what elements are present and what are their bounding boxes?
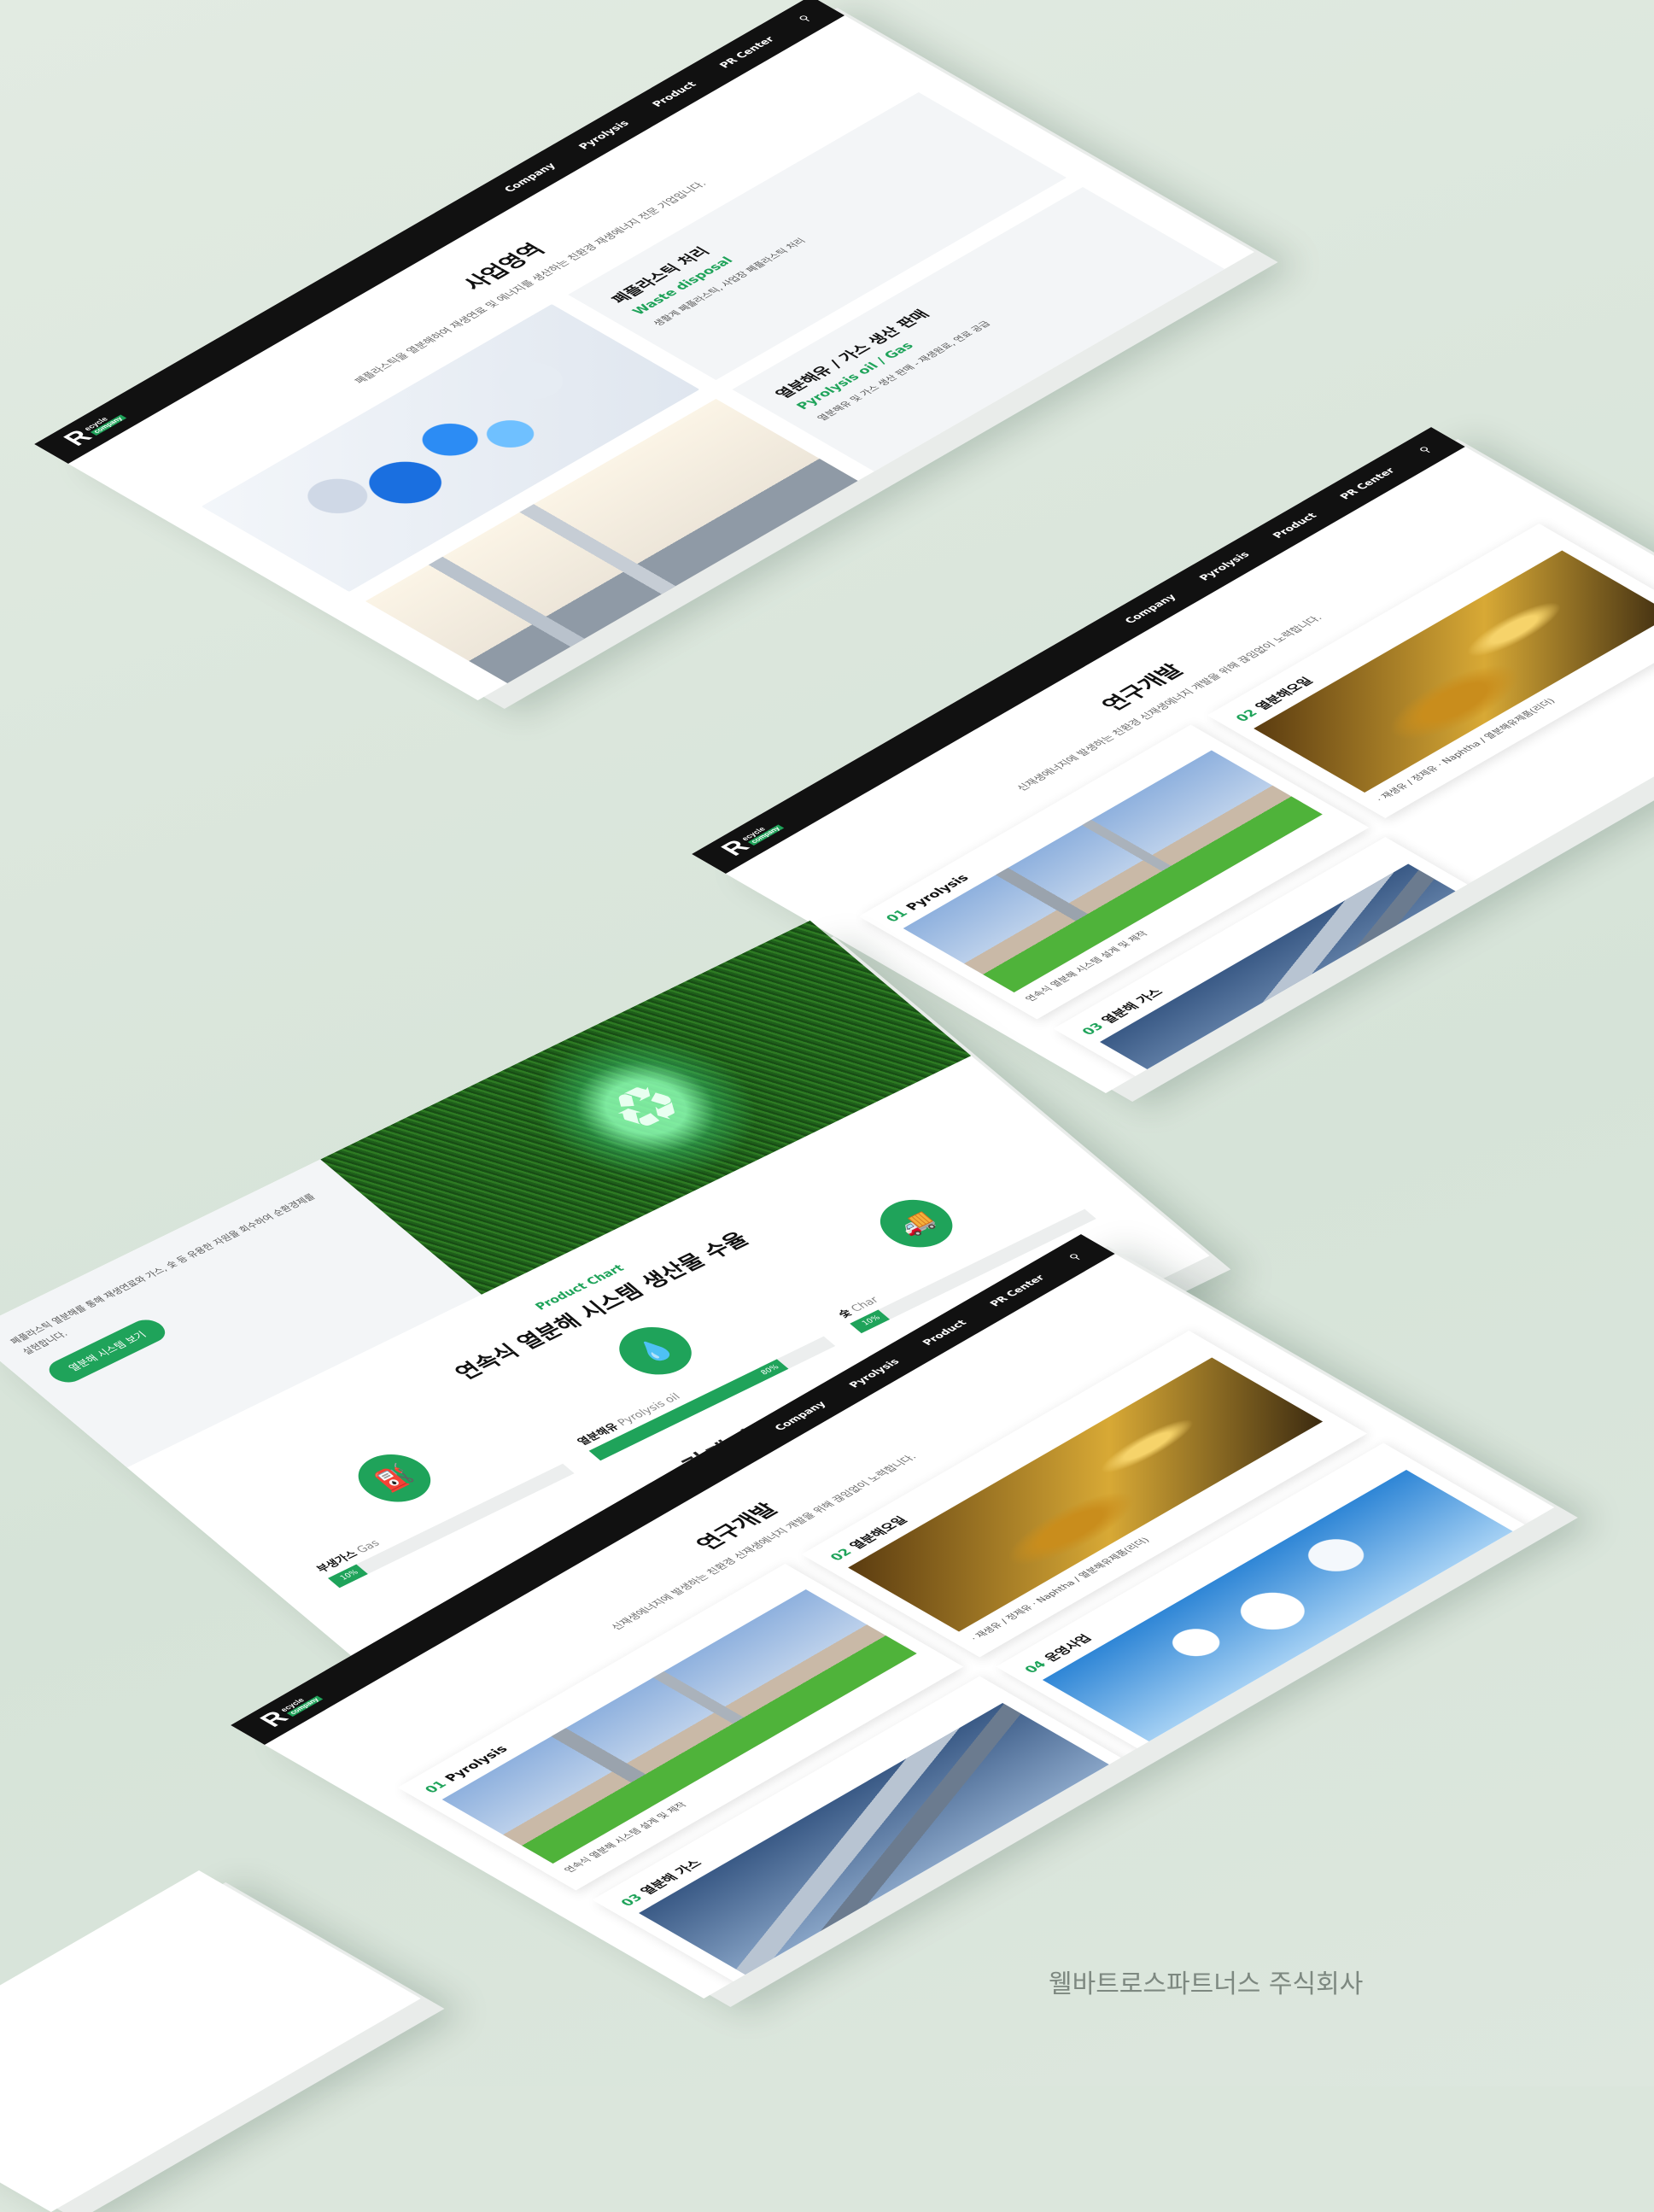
recycle-icon: ♻	[587, 1068, 704, 1146]
gas-pump-icon: ⛽	[343, 1445, 446, 1512]
truck-icon: 🚚	[865, 1191, 967, 1257]
oil-drop-icon: 💧	[605, 1318, 707, 1384]
search-icon[interactable]: ⚲	[1417, 445, 1435, 455]
nav-product[interactable]: Product	[920, 1319, 969, 1347]
search-icon[interactable]: ⚲	[1067, 1252, 1084, 1262]
company-name: 웰바트로스파트너스 주식회사	[1049, 1969, 1364, 1999]
nav-product[interactable]: Product	[650, 80, 699, 108]
search-icon[interactable]: ⚲	[796, 14, 814, 24]
nav-product[interactable]: Product	[1270, 512, 1319, 540]
